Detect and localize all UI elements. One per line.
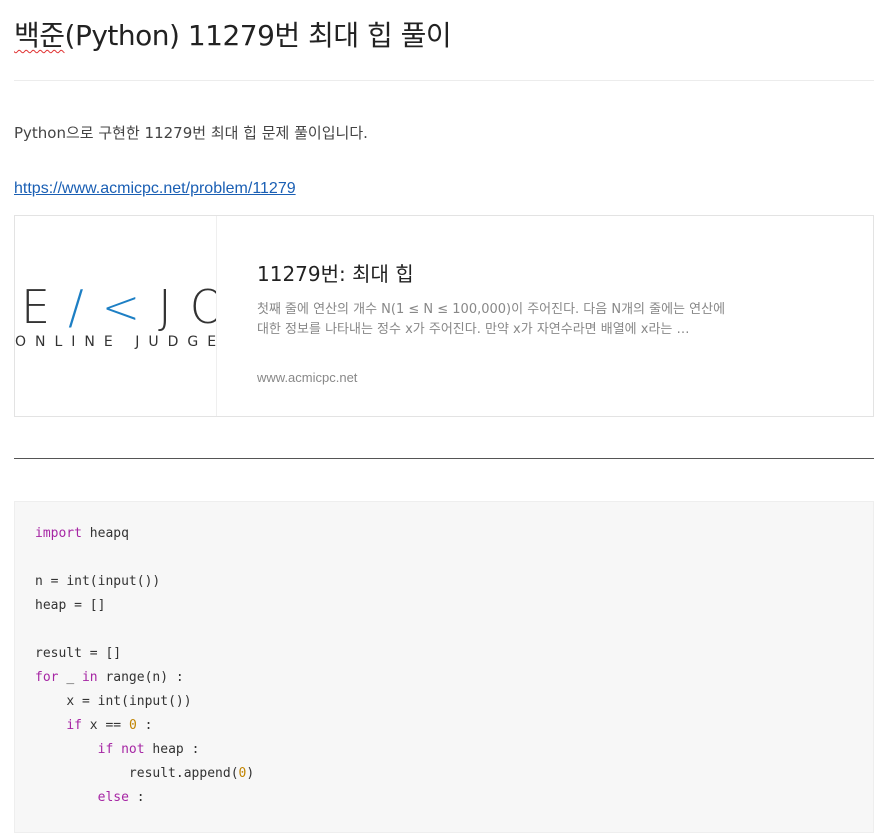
code-line: if not heap : <box>97 742 200 757</box>
code-line: import heapq <box>35 526 129 541</box>
logo-letter-e: E <box>21 280 69 334</box>
code-line: heap = [] <box>35 598 106 613</box>
title-rest: (Python) 11279번 최대 힙 풀이 <box>64 19 452 52</box>
logo-letters: JOC <box>158 280 216 334</box>
card-title: 11279번: 최대 힙 <box>257 262 414 286</box>
problem-link[interactable]: https://www.acmicpc.net/problem/11279 <box>14 180 296 198</box>
code-line: result = [] <box>35 646 122 661</box>
title-divider <box>14 80 874 81</box>
intro-text: Python으로 구현한 11279번 최대 힙 문제 풀이입니다. <box>14 124 368 142</box>
baekjoon-logo: E/<JOC <box>21 284 216 330</box>
code-line: n = int(input()) <box>35 574 161 589</box>
section-divider <box>14 458 874 459</box>
card-host: www.acmicpc.net <box>257 370 358 385</box>
code-line: result.append(0) <box>128 766 255 781</box>
code-line: x = int(input()) <box>66 694 192 709</box>
code-block: import heapq n = int(input()) heap = [] r… <box>14 501 874 833</box>
code-line: if x == 0 : <box>66 718 153 733</box>
code-line: for _ in range(n) : <box>35 670 184 685</box>
logo-subtitle: ONLINE JUDGE <box>15 334 217 350</box>
page-title: 백준(Python) 11279번 최대 힙 풀이 <box>14 14 452 54</box>
code-content: import heapq n = int(input()) heap = [] r… <box>35 522 254 810</box>
card-thumbnail: E/<JOC ONLINE JUDGE <box>15 216 217 416</box>
link-preview-card[interactable]: E/<JOC ONLINE JUDGE 11279번: 최대 힙 첫째 줄에 연… <box>14 215 874 417</box>
logo-accent: /< <box>68 280 159 334</box>
title-prefix: 백준 <box>14 19 65 52</box>
code-line: else : <box>97 790 145 805</box>
card-description: 첫째 줄에 연산의 개수 N(1 ≤ N ≤ 100,000)이 주어진다. 다… <box>257 302 726 337</box>
